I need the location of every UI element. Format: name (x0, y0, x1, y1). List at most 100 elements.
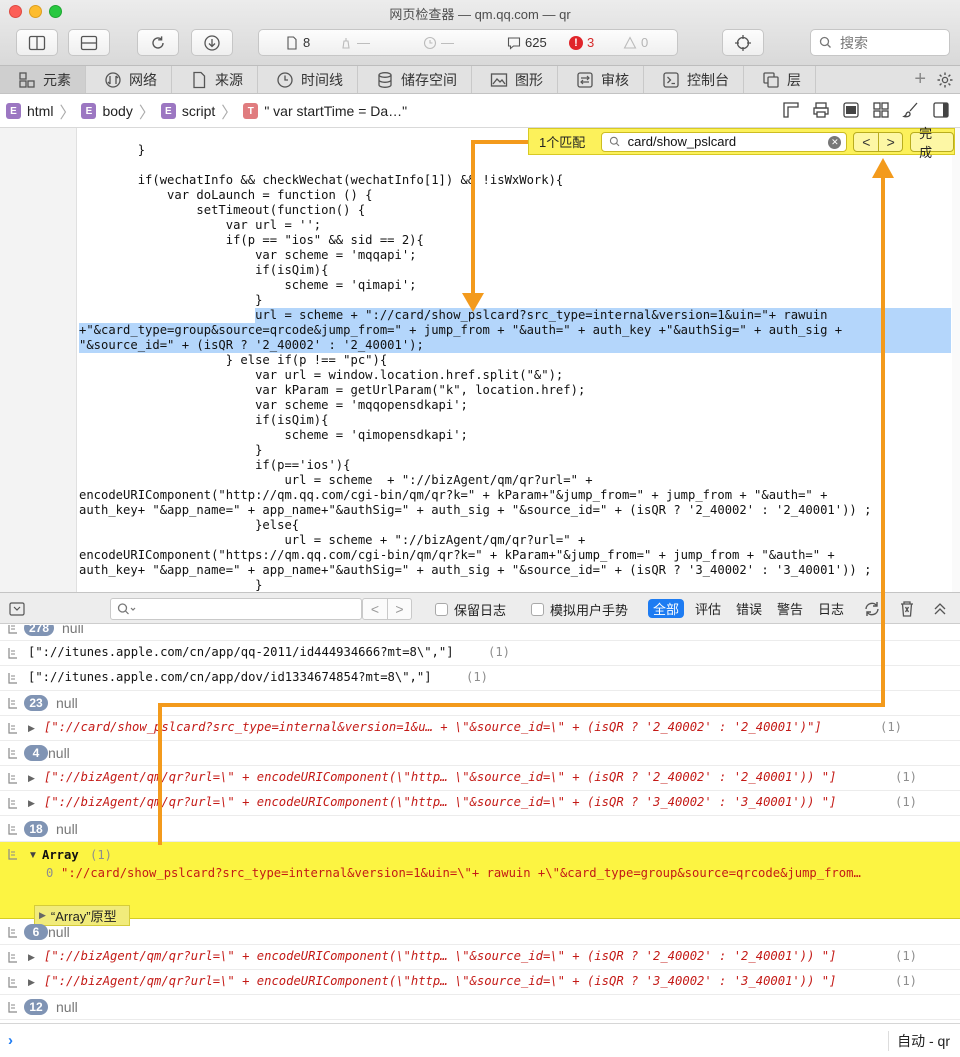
tab-console[interactable]: 控制台 (644, 66, 744, 93)
toolbar-search-field[interactable]: 搜索 (810, 29, 950, 56)
console-prompt-area[interactable]: › 自动 - qr (0, 1023, 960, 1057)
find-next-button[interactable]: > (878, 132, 902, 151)
element-picker-button[interactable] (722, 29, 764, 56)
breadcrumb: E html 〉 E body 〉 E script 〉 T " var sta… (0, 95, 960, 128)
checkbox-label: 模拟用户手势 (550, 603, 629, 618)
dock-side-button[interactable] (16, 29, 58, 56)
filter-next-button[interactable]: > (387, 599, 411, 619)
chevron-right-icon: > (395, 601, 404, 617)
disclosure-triangle-open-icon[interactable]: ▼ (28, 850, 38, 861)
clock-icon (423, 36, 437, 49)
tab-elements[interactable]: 元素 (0, 66, 86, 93)
inspector-tab-bar: 元素 网络 来源 时间线 储存空间 图形 审核 控制台 层 + (0, 66, 960, 94)
list-item[interactable]: ▶ ["://bizAgent/qm/qr?url=\" + encodeURI… (0, 945, 960, 970)
reload-button[interactable] (137, 29, 179, 56)
code-scrollbar[interactable] (952, 128, 960, 592)
tab-label: 网络 (129, 71, 157, 88)
chevron-up-icon[interactable] (933, 602, 947, 616)
list-item[interactable]: ▶ ["://bizAgent/qm/qr?url=\" + encodeURI… (0, 766, 960, 791)
gear-icon[interactable] (936, 71, 954, 89)
tab-graphics[interactable]: 图形 (472, 66, 558, 93)
list-item[interactable]: 12 null (0, 995, 960, 1020)
execution-context-select[interactable]: 自动 - qr (888, 1031, 950, 1051)
log-value: ["://itunes.apple.com/cn/app/dov/id13346… (28, 670, 432, 684)
activity-viewer[interactable]: 8 — — 625 ! 3 0 (258, 29, 678, 56)
disclosure-triangle-icon[interactable]: ▶ (28, 723, 35, 734)
list-item[interactable]: 278 null (0, 625, 960, 641)
tab-layers[interactable]: 层 (744, 66, 816, 93)
tab-label: 元素 (43, 71, 71, 88)
add-tab-icon[interactable]: + (914, 68, 926, 91)
code-line: var scheme = 'mqqapi'; (79, 248, 417, 262)
filter-logs[interactable]: 日志 (813, 599, 849, 618)
emulate-gesture-checkbox[interactable]: 模拟用户手势 (531, 600, 628, 619)
filter-all[interactable]: 全部 (648, 599, 685, 618)
breadcrumb-item-html[interactable]: E html (6, 103, 53, 119)
disclosure-triangle-icon[interactable]: ▶ (28, 977, 35, 988)
log-icon (8, 648, 17, 659)
list-item[interactable]: ▶ ["://bizAgent/qm/qr?url=\" + encodeURI… (0, 970, 960, 995)
download-icon (204, 34, 220, 51)
list-item[interactable]: ▶ ["://bizAgent/qm/qr?url=\" + encodeURI… (0, 791, 960, 816)
disclosure-triangle-icon[interactable]: ▶ (28, 798, 35, 809)
element-type-icon: E (6, 103, 21, 119)
tab-sources[interactable]: 来源 (172, 66, 258, 93)
find-input[interactable]: card/show_pslcard ✕ (600, 131, 848, 152)
errors-stat[interactable]: ! 3 (569, 30, 594, 55)
clear-search-icon[interactable]: ✕ (828, 135, 842, 149)
list-item[interactable]: 18 null (0, 817, 960, 842)
list-item[interactable]: ▶ ["://card/show_pslcard?src_type=intern… (0, 716, 960, 741)
rulers-icon[interactable] (782, 101, 800, 119)
log-icon (8, 977, 17, 988)
breadcrumb-separator-icon: 〉 (59, 105, 76, 122)
warnings-stat[interactable]: 0 (623, 30, 648, 55)
find-nav: < > (853, 131, 904, 152)
list-item[interactable]: 6 null (0, 920, 960, 945)
grid-icon[interactable] (872, 101, 890, 119)
code-line: encodeURIComponent("http://qm.qq.com/cgi… (79, 488, 828, 502)
compositing-borders-icon[interactable] (842, 101, 860, 119)
log-icon (8, 824, 17, 835)
console-filter-input[interactable] (110, 598, 362, 620)
dock-bottom-button[interactable] (68, 29, 110, 56)
graphics-icon (490, 72, 508, 87)
tab-storage[interactable]: 储存空间 (358, 66, 472, 93)
filter-warnings[interactable]: 警告 (772, 599, 808, 618)
time-stat: — (423, 30, 454, 55)
crosshair-icon (735, 34, 751, 51)
list-item[interactable]: 23 null (0, 691, 960, 716)
logs-stat[interactable]: 625 (507, 30, 547, 55)
tab-audit[interactable]: 审核 (558, 66, 644, 93)
list-item[interactable]: 4 null (0, 741, 960, 766)
source-code-view[interactable]: } if(wechatInfo && checkWechat(wechatInf… (79, 143, 951, 592)
paint-brush-icon[interactable] (902, 101, 920, 119)
code-line: } (79, 578, 263, 592)
checkbox-label: 保留日志 (454, 603, 507, 618)
collapse-drawer-icon[interactable] (9, 602, 25, 616)
breadcrumb-item-text-node[interactable]: T " var startTime = Da…" (243, 103, 407, 119)
tab-timeline[interactable]: 时间线 (258, 66, 358, 93)
trash-icon[interactable] (899, 600, 915, 618)
find-done-button[interactable]: 完成 (910, 126, 955, 160)
log-value: null (56, 821, 78, 837)
sidebar-toggle-icon[interactable] (932, 101, 950, 119)
highlighted-array-message[interactable]: ▼ Array (1) 0 "://card/show_pslcard?src_… (0, 842, 960, 926)
breadcrumb-item-body[interactable]: E body (81, 103, 133, 119)
tab-network[interactable]: 网络 (86, 66, 172, 93)
list-item[interactable]: ["://itunes.apple.com/cn/app/dov/id13346… (0, 666, 960, 691)
disclosure-triangle-icon[interactable]: ▶ (28, 773, 35, 784)
print-icon[interactable] (812, 101, 830, 119)
breadcrumb-item-script[interactable]: E script (160, 103, 216, 119)
repeat-count-badge: 12 (24, 999, 48, 1015)
download-button[interactable] (191, 29, 233, 56)
disclosure-triangle-icon[interactable]: ▶ (28, 952, 35, 963)
filter-previous-button[interactable]: < (363, 599, 387, 619)
refresh-icon[interactable] (863, 600, 881, 618)
list-item[interactable]: ["://itunes.apple.com/cn/app/qq-2011/id4… (0, 641, 960, 666)
preserve-log-checkbox[interactable]: 保留日志 (435, 600, 506, 619)
filter-evaluations[interactable]: 评估 (690, 599, 726, 618)
filter-errors[interactable]: 错误 (731, 599, 767, 618)
network-icon (105, 71, 121, 88)
breadcrumb-label: script (181, 103, 216, 119)
find-previous-button[interactable]: < (854, 133, 878, 151)
